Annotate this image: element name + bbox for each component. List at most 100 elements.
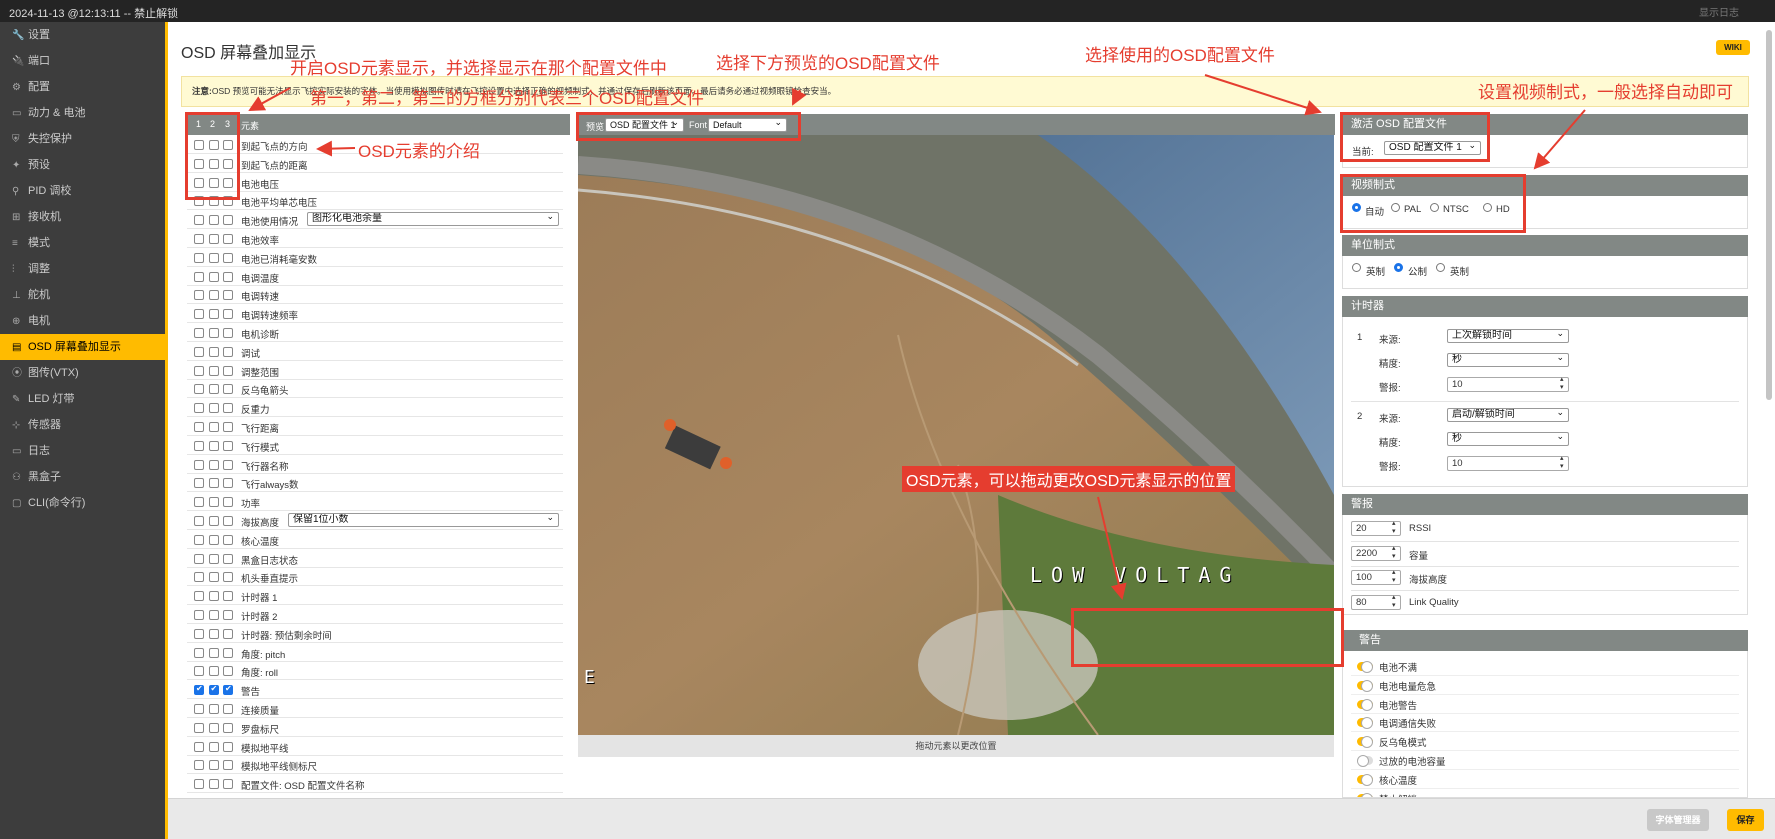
element-checkbox-profile-1[interactable] [194,628,204,639]
sidebar-item-7[interactable]: ⊞ 接收机 [0,204,165,230]
sidebar-item-9[interactable]: ⫶ 调整 [0,256,165,282]
sidebar-item-2[interactable]: ⚙ 配置 [0,74,165,100]
sidebar-item-0[interactable]: 🔧 设置 [0,22,165,48]
warning-toggle[interactable] [1357,661,1373,673]
element-checkbox-profile-2[interactable] [208,666,219,677]
element-checkbox-profile-1[interactable] [194,704,204,714]
element-checkbox-profile-1[interactable] [194,478,204,489]
element-checkbox-profile-2[interactable] [208,271,219,282]
timer-alarm-input[interactable]: 10 [1447,376,1569,392]
element-checkbox-profile-2[interactable] [208,722,219,733]
timer-source-select[interactable]: 启动/解锁时间 [1447,408,1569,422]
warning-toggle[interactable] [1357,755,1373,767]
element-checkbox-profile-2[interactable] [208,328,219,338]
sidebar-item-5[interactable]: ✦ 预设 [0,152,165,178]
alarm-value-input[interactable]: 100 [1351,569,1401,585]
element-checkbox-profile-1[interactable] [194,647,204,658]
element-checkbox-profile-2[interactable] [208,384,219,395]
element-variant-select[interactable]: 保留1位小数 [288,513,559,527]
sidebar-item-14[interactable]: ✎ LED 灯带 [0,386,165,412]
element-checkbox-profile-3[interactable] [223,252,233,263]
element-checkbox-profile-1[interactable] [194,741,204,752]
element-checkbox-profile-3[interactable] [223,553,233,564]
element-checkbox-profile-2[interactable] [208,234,219,244]
sidebar-item-13[interactable]: ⦿ 图传(VTX) [0,360,165,386]
element-variant-select[interactable]: 图形化电池余量 [307,212,559,227]
element-checkbox-profile-3[interactable] [223,628,233,639]
element-checkbox-profile-3[interactable] [223,328,233,338]
warning-toggle[interactable] [1357,773,1373,786]
save-button[interactable]: 保存 [1727,809,1764,831]
element-checkbox-profile-1[interactable] [194,534,204,545]
element-checkbox-profile-2[interactable] [208,741,219,752]
element-checkbox-profile-2[interactable] [208,440,219,451]
element-checkbox-profile-3[interactable] [223,384,233,395]
element-checkbox-profile-1[interactable] [194,591,204,602]
element-checkbox-profile-3[interactable] [223,684,233,696]
element-checkbox-profile-2[interactable] [208,346,219,357]
element-checkbox-profile-3[interactable] [223,365,233,376]
element-checkbox-profile-1[interactable] [194,610,204,620]
element-checkbox-profile-2[interactable] [208,628,219,639]
element-checkbox-profile-3[interactable] [223,478,233,489]
warning-toggle[interactable] [1357,736,1373,749]
element-checkbox-profile-1[interactable] [194,459,204,470]
sidebar-item-4[interactable]: ⛨ 失控保护 [0,126,165,152]
element-checkbox-profile-1[interactable] [194,346,204,357]
timer-source-select[interactable]: 上次解锁时间 [1447,329,1569,343]
element-checkbox-profile-1[interactable] [194,684,204,696]
element-checkbox-profile-3[interactable] [223,666,233,677]
element-checkbox-profile-3[interactable] [223,704,233,714]
element-checkbox-profile-2[interactable] [208,534,219,545]
units-radio-2[interactable] [1436,263,1445,272]
element-checkbox-profile-2[interactable] [208,684,219,696]
page-scrollbar[interactable] [1766,30,1772,400]
show-log-link[interactable]: 显示日志 [1699,4,1739,19]
element-checkbox-profile-3[interactable] [223,290,233,301]
osd-warning-element[interactable]: LOW VOLTAG [1030,563,1240,587]
element-checkbox-profile-1[interactable] [194,384,204,395]
element-checkbox-profile-2[interactable] [208,422,219,432]
wiki-button[interactable]: WIKI [1716,40,1750,55]
element-checkbox-profile-1[interactable] [194,365,204,376]
timer-precision-select[interactable]: 秒 [1447,353,1569,367]
sidebar-item-1[interactable]: 🔌 端口 [0,48,165,74]
alarm-value-input[interactable]: 80 [1351,594,1401,610]
element-checkbox-profile-1[interactable] [194,252,204,263]
element-checkbox-profile-2[interactable] [208,309,219,320]
warning-toggle[interactable] [1357,698,1373,711]
sidebar-item-15[interactable]: ⊹ 传感器 [0,412,165,438]
element-checkbox-profile-2[interactable] [208,704,219,714]
element-checkbox-profile-1[interactable] [194,422,204,432]
element-checkbox-profile-3[interactable] [223,647,233,658]
element-checkbox-profile-3[interactable] [223,309,233,320]
element-checkbox-profile-3[interactable] [223,610,233,620]
timer-alarm-input[interactable]: 10 [1447,455,1569,471]
element-checkbox-profile-3[interactable] [223,459,233,470]
element-checkbox-profile-1[interactable] [194,234,204,244]
element-checkbox-profile-1[interactable] [194,516,204,526]
element-checkbox-profile-1[interactable] [194,328,204,338]
element-checkbox-profile-2[interactable] [208,760,219,771]
element-checkbox-profile-2[interactable] [208,779,219,790]
element-checkbox-profile-1[interactable] [194,271,204,282]
element-checkbox-profile-1[interactable] [194,215,204,226]
element-checkbox-profile-3[interactable] [223,403,233,414]
element-checkbox-profile-3[interactable] [223,422,233,432]
element-checkbox-profile-3[interactable] [223,591,233,602]
warning-toggle[interactable] [1357,679,1373,692]
element-checkbox-profile-3[interactable] [223,440,233,451]
element-checkbox-profile-2[interactable] [208,252,219,263]
sidebar-item-17[interactable]: ⚇ 黑盒子 [0,464,165,490]
units-radio-0[interactable] [1352,263,1361,272]
element-checkbox-profile-2[interactable] [208,365,219,376]
element-checkbox-profile-2[interactable] [208,591,219,602]
element-checkbox-profile-2[interactable] [208,403,219,414]
sidebar-item-11[interactable]: ⊕ 电机 [0,308,165,334]
sidebar-item-6[interactable]: ⚲ PID 调校 [0,178,165,204]
element-checkbox-profile-3[interactable] [223,760,233,771]
element-checkbox-profile-1[interactable] [194,403,204,414]
timer-precision-select[interactable]: 秒 [1447,432,1569,446]
element-checkbox-profile-2[interactable] [208,290,219,301]
element-checkbox-profile-3[interactable] [223,497,233,508]
